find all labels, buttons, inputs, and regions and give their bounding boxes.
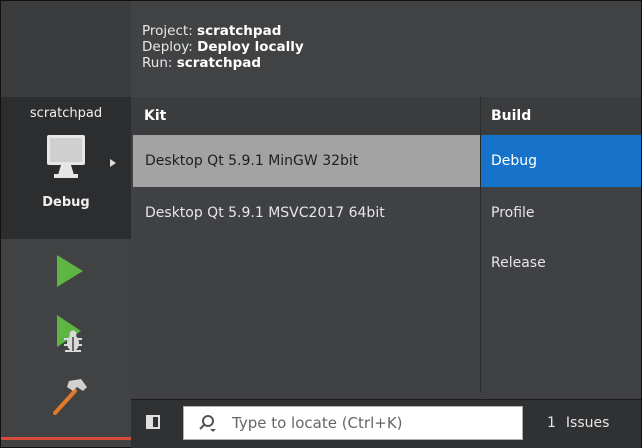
build-hammer-icon[interactable] xyxy=(49,375,89,419)
kit-item[interactable]: Desktop Qt 5.9.1 MSVC2017 64bit xyxy=(133,187,480,239)
run-label: Run: xyxy=(142,55,173,71)
search-icon xyxy=(199,415,216,432)
run-line: Run: scratchpad xyxy=(142,55,261,71)
build-item-debug[interactable]: Debug xyxy=(481,135,641,187)
build-item-profile[interactable]: Profile xyxy=(481,187,641,239)
issues-count: 1 xyxy=(547,415,556,431)
run-icon[interactable] xyxy=(49,251,89,291)
project-value: scratchpad xyxy=(197,23,282,39)
chevron-right-icon xyxy=(110,159,116,167)
mode-bar-accent-line xyxy=(1,437,131,440)
column-header-bar xyxy=(131,97,641,135)
locator-placeholder: Type to locate (Ctrl+K) xyxy=(232,414,403,432)
monitor-icon xyxy=(47,135,85,178)
kit-column-header: Kit xyxy=(144,108,167,124)
kit-item[interactable]: Desktop Qt 5.9.1 MinGW 32bit xyxy=(133,135,480,187)
build-column-header: Build xyxy=(491,108,532,124)
deploy-line: Deploy: Deploy locally xyxy=(142,39,304,55)
run-value: scratchpad xyxy=(176,55,262,71)
target-configuration: Debug xyxy=(42,195,90,210)
project-label: Project: xyxy=(142,23,193,39)
project-info: Project: scratchpad Deploy: Deploy local… xyxy=(131,1,641,98)
issues-label: Issues xyxy=(565,415,610,431)
build-item-release[interactable]: Release xyxy=(481,237,641,289)
locator-input[interactable]: Type to locate (Ctrl+K) xyxy=(183,406,523,440)
target-project-name: scratchpad xyxy=(29,106,103,121)
panel-toggle-icon[interactable] xyxy=(146,415,160,429)
project-line: Project: scratchpad xyxy=(142,23,281,39)
deploy-value: Deploy locally xyxy=(197,39,304,55)
debug-run-icon[interactable] xyxy=(49,311,89,355)
app-window: scratchpad Debug Project: scratchpad Dep… xyxy=(0,0,642,448)
mode-bar-top xyxy=(1,1,131,97)
issues-pane-button[interactable]: 1 Issues xyxy=(547,406,609,440)
deploy-label: Deploy: xyxy=(142,39,193,55)
